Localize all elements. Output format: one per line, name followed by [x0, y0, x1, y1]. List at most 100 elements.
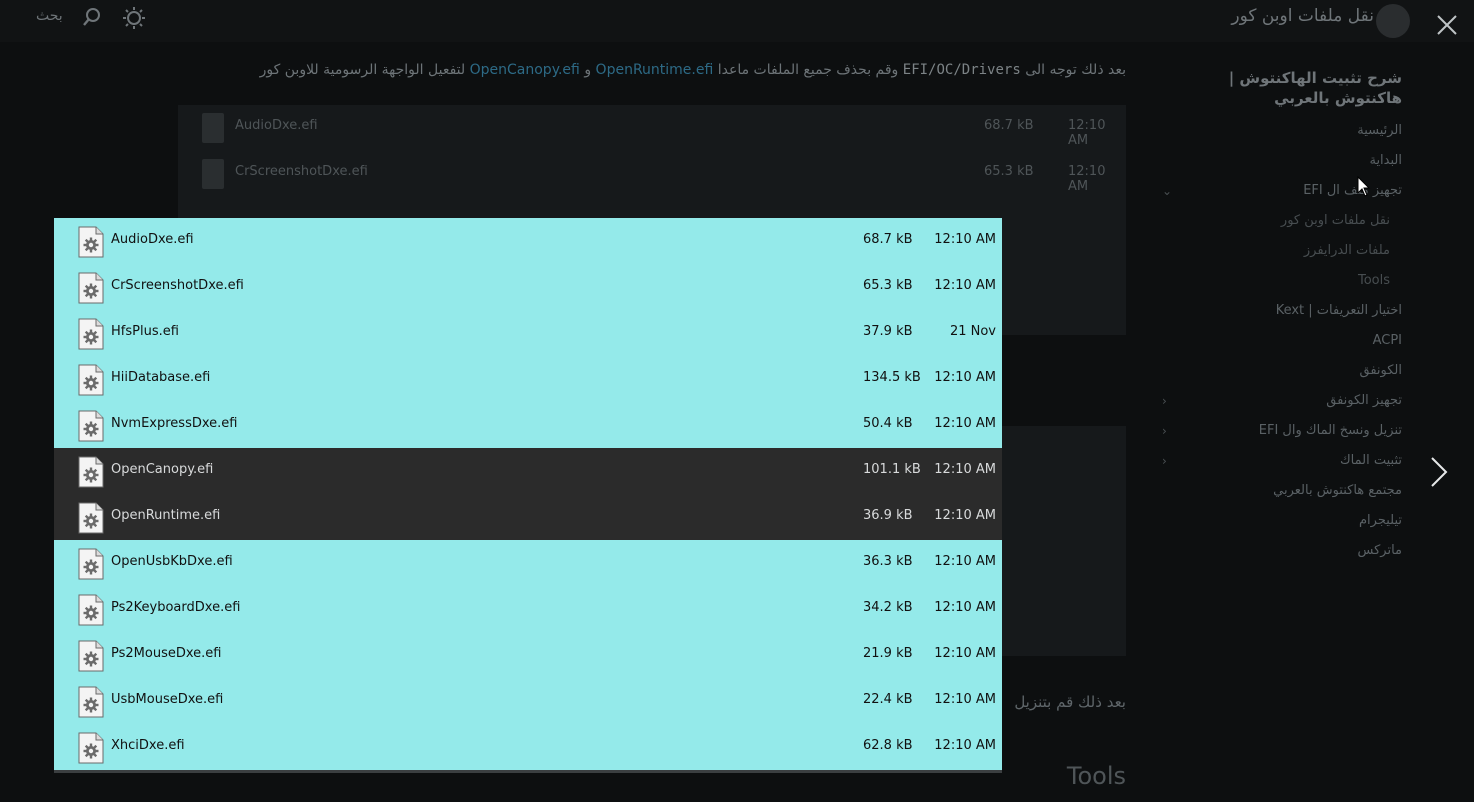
file-name: AudioDxe.efi: [111, 232, 194, 247]
file-modified-time: 12:10 AM: [934, 232, 996, 247]
file-icon: [78, 272, 104, 308]
mouse-cursor-icon: [1357, 175, 1371, 202]
intro-paragraph: بعد ذلك توجه الى EFI/OC/Drivers وقم بحذف…: [106, 62, 1126, 78]
chevron-down-icon[interactable]: ⌄: [1162, 176, 1172, 206]
file-name: NvmExpressDxe.efi: [111, 416, 238, 431]
file-icon: [78, 456, 104, 492]
file-name: Ps2KeyboardDxe.efi: [111, 600, 241, 615]
background-file-time: 12:10 AM: [1068, 118, 1106, 148]
sidebar-item-config-setup[interactable]: تجهيز الكونفق ‹: [1162, 386, 1402, 416]
file-size: 68.7 kB: [863, 232, 913, 247]
file-row[interactable]: AudioDxe.efi 68.7 kB 12:10 AM: [54, 218, 1002, 264]
intro-text-1: بعد ذلك توجه الى: [1025, 62, 1126, 78]
section-heading: Tools: [1066, 762, 1126, 790]
file-modified-time: 12:10 AM: [934, 370, 996, 385]
file-icon: [78, 226, 104, 262]
intro-text-2: وقم بحذف جميع الملفات ماعدا: [717, 62, 899, 78]
file-name: OpenUsbKbDxe.efi: [111, 554, 233, 569]
file-modified-time: 12:10 AM: [934, 278, 996, 293]
file-size: 50.4 kB: [863, 416, 913, 431]
sidebar-item-kext[interactable]: اختيار التعريفات | Kext: [1162, 296, 1402, 326]
file-modified-time: 12:10 AM: [934, 508, 996, 523]
file-name: CrScreenshotDxe.efi: [111, 278, 244, 293]
file-icon: [78, 548, 104, 584]
file-icon: [78, 318, 104, 354]
file-icon: [78, 594, 104, 630]
sidebar-title[interactable]: شرح تثبيت الهاكنتوش | هاكنتوش بالعربي: [1162, 68, 1402, 108]
sidebar-item-tools[interactable]: Tools: [1162, 266, 1402, 296]
sidebar-item-community[interactable]: مجتمع هاكنتوش بالعربي: [1162, 476, 1402, 506]
file-modified-time: 12:10 AM: [934, 554, 996, 569]
file-icon: [202, 159, 224, 189]
file-name: HiiDatabase.efi: [111, 370, 211, 385]
background-file-name: AudioDxe.efi: [235, 118, 318, 133]
site-header: نقل ملفات اوبن كور بحث: [0, 0, 1474, 42]
sidebar-item-label: تجهيز ملف ال EFI: [1303, 183, 1402, 198]
file-size: 37.9 kB: [863, 324, 913, 339]
sidebar-item-drivers[interactable]: ملفات الدرايفرز: [1162, 236, 1402, 266]
sidebar-item-install[interactable]: تثبيت الماك ‹: [1162, 446, 1402, 476]
sidebar-item-start[interactable]: البداية: [1162, 146, 1402, 176]
file-modified-time: 12:10 AM: [934, 462, 996, 477]
file-icon: [78, 686, 104, 722]
next-image-button[interactable]: [1426, 452, 1454, 492]
file-row[interactable]: OpenCanopy.efi 101.1 kB 12:10 AM: [54, 448, 1002, 494]
search-icon[interactable]: [82, 7, 102, 31]
sidebar-item-opencore-files[interactable]: نقل ملفات اوبن كور: [1162, 206, 1402, 236]
sun-icon[interactable]: [122, 6, 146, 34]
background-file-size: 65.3 kB: [984, 164, 1034, 179]
file-name: Ps2MouseDxe.efi: [111, 646, 222, 661]
background-file-name: CrScreenshotDxe.efi: [235, 164, 368, 179]
file-row[interactable]: Ps2MouseDxe.efi 21.9 kB 12:10 AM: [54, 632, 1002, 678]
file-icon: [78, 502, 104, 538]
chevron-left-icon[interactable]: ‹: [1162, 386, 1167, 416]
file-size: 22.4 kB: [863, 692, 913, 707]
file-size: 101.1 kB: [863, 462, 921, 477]
file-name: XhciDxe.efi: [111, 738, 185, 753]
file-name: UsbMouseDxe.efi: [111, 692, 224, 707]
file-name: OpenCanopy.efi: [111, 462, 214, 477]
sidebar-item-telegram[interactable]: تيليجرام: [1162, 506, 1402, 536]
outro-paragraph: بعد ذلك قم بتنزيل: [1014, 693, 1126, 711]
chevron-right-icon: [1431, 457, 1448, 487]
background-file-size: 68.7 kB: [984, 118, 1034, 133]
sidebar-item-matrix[interactable]: ماتركس: [1162, 536, 1402, 566]
background-row: CrScreenshotDxe.efi 65.3 kB 12:10 AM: [178, 151, 1126, 197]
file-row[interactable]: HfsPlus.efi 37.9 kB 21 Nov: [54, 310, 1002, 356]
sidebar-item-acpi[interactable]: ACPI: [1162, 326, 1402, 356]
close-button[interactable]: [1432, 10, 1462, 40]
file-icon: [78, 364, 104, 400]
chevron-left-icon[interactable]: ‹: [1162, 416, 1167, 446]
background-file-time: 12:10 AM: [1068, 164, 1106, 194]
file-size: 36.9 kB: [863, 508, 913, 523]
file-modified-time: 12:10 AM: [934, 738, 996, 753]
site-logo: [1376, 4, 1410, 38]
file-row[interactable]: CrScreenshotDxe.efi 65.3 kB 12:10 AM: [54, 264, 1002, 310]
sidebar-item-label: تجهيز الكونفق: [1326, 393, 1402, 408]
opencanopy-link[interactable]: OpenCanopy.efi: [470, 62, 580, 78]
sidebar-item-download[interactable]: تنزيل ونسخ الماك وال EFI ‹: [1162, 416, 1402, 446]
file-size: 34.2 kB: [863, 600, 913, 615]
file-row[interactable]: HiiDatabase.efi 134.5 kB 12:10 AM: [54, 356, 1002, 402]
file-size: 62.8 kB: [863, 738, 913, 753]
file-row[interactable]: NvmExpressDxe.efi 50.4 kB 12:10 AM: [54, 402, 1002, 448]
sidebar-item-config[interactable]: الكونفق: [1162, 356, 1402, 386]
close-icon: [1437, 15, 1457, 35]
file-row[interactable]: UsbMouseDxe.efi 22.4 kB 12:10 AM: [54, 678, 1002, 724]
file-size: 21.9 kB: [863, 646, 913, 661]
chevron-left-icon[interactable]: ‹: [1162, 446, 1167, 476]
file-row[interactable]: Ps2KeyboardDxe.efi 34.2 kB 12:10 AM: [54, 586, 1002, 632]
file-row[interactable]: OpenUsbKbDxe.efi 36.3 kB 12:10 AM: [54, 540, 1002, 586]
search-label[interactable]: بحث: [36, 8, 63, 24]
file-row[interactable]: OpenRuntime.efi 36.9 kB 12:10 AM: [54, 494, 1002, 540]
file-row[interactable]: XhciDxe.efi 62.8 kB 12:10 AM: [54, 724, 1002, 770]
sidebar-item-label: تنزيل ونسخ الماك وال EFI: [1258, 423, 1402, 438]
file-size: 134.5 kB: [863, 370, 921, 385]
openruntime-link[interactable]: OpenRuntime.efi: [596, 62, 714, 78]
file-icon: [78, 732, 104, 768]
file-name: OpenRuntime.efi: [111, 508, 221, 523]
sidebar-item-home[interactable]: الرئيسية: [1162, 116, 1402, 146]
intro-and: و: [584, 62, 592, 78]
site-title[interactable]: نقل ملفات اوبن كور: [1231, 6, 1374, 26]
file-name: HfsPlus.efi: [111, 324, 179, 339]
